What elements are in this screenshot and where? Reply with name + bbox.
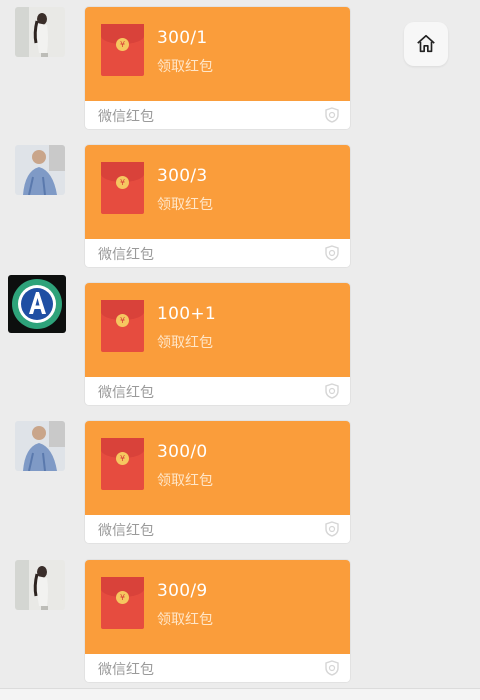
shield-icon	[325, 107, 339, 123]
red-packet-amount: 300/0	[157, 442, 208, 462]
red-packet-amount: 100+1	[157, 304, 217, 324]
red-packet-amount: 300/9	[157, 581, 208, 601]
red-packet-label: 微信红包	[98, 385, 154, 401]
red-packet-icon: ¥	[101, 300, 144, 352]
red-packet-amount: 300/1	[157, 28, 208, 48]
red-packet-action: 领取红包	[157, 473, 213, 489]
avatar[interactable]	[15, 421, 65, 471]
red-packet-card[interactable]: ¥ 300/9 领取红包 微信红包	[85, 560, 350, 682]
coin-icon: ¥	[116, 314, 129, 327]
shield-icon	[325, 383, 339, 399]
coin-icon: ¥	[116, 38, 129, 51]
chat-message: ¥ 300/0 领取红包 微信红包	[0, 421, 480, 551]
red-packet-action: 领取红包	[157, 197, 213, 213]
shield-icon	[325, 521, 339, 537]
chat-window: ¥ 300/1 领取红包 微信红包 ¥ 300/3 领取红包 微信红包 ¥ 10…	[0, 0, 480, 700]
shield-icon	[325, 660, 339, 676]
coin-icon: ¥	[116, 176, 129, 189]
red-packet-icon: ¥	[101, 438, 144, 490]
red-packet-icon: ¥	[101, 24, 144, 76]
chat-message: ¥ 100+1 领取红包 微信红包	[0, 275, 480, 413]
coin-icon: ¥	[116, 591, 129, 604]
chat-message: ¥ 300/9 领取红包 微信红包	[0, 560, 480, 690]
red-packet-label: 微信红包	[98, 523, 154, 539]
coin-icon: ¥	[116, 452, 129, 465]
input-bar[interactable]	[0, 688, 480, 700]
red-packet-card[interactable]: ¥ 300/3 领取红包 微信红包	[85, 145, 350, 267]
red-packet-icon: ¥	[101, 162, 144, 214]
red-packet-label: 微信红包	[98, 662, 154, 678]
chat-message: ¥ 300/3 领取红包 微信红包	[0, 145, 480, 275]
red-packet-label: 微信红包	[98, 247, 154, 263]
avatar[interactable]	[15, 560, 65, 610]
shield-icon	[325, 245, 339, 261]
red-packet-action: 领取红包	[157, 59, 213, 75]
avatar[interactable]	[15, 7, 65, 57]
red-packet-label: 微信红包	[98, 109, 154, 125]
chat-message: ¥ 300/1 领取红包 微信红包	[0, 7, 480, 137]
red-packet-amount: 300/3	[157, 166, 208, 186]
avatar[interactable]	[15, 145, 65, 195]
red-packet-icon: ¥	[101, 577, 144, 629]
red-packet-action: 领取红包	[157, 335, 213, 351]
red-packet-card[interactable]: ¥ 300/1 领取红包 微信红包	[85, 7, 350, 129]
red-packet-action: 领取红包	[157, 612, 213, 628]
red-packet-card[interactable]: ¥ 300/0 领取红包 微信红包	[85, 421, 350, 543]
avatar[interactable]	[8, 275, 66, 333]
red-packet-card[interactable]: ¥ 100+1 领取红包 微信红包	[85, 283, 350, 405]
